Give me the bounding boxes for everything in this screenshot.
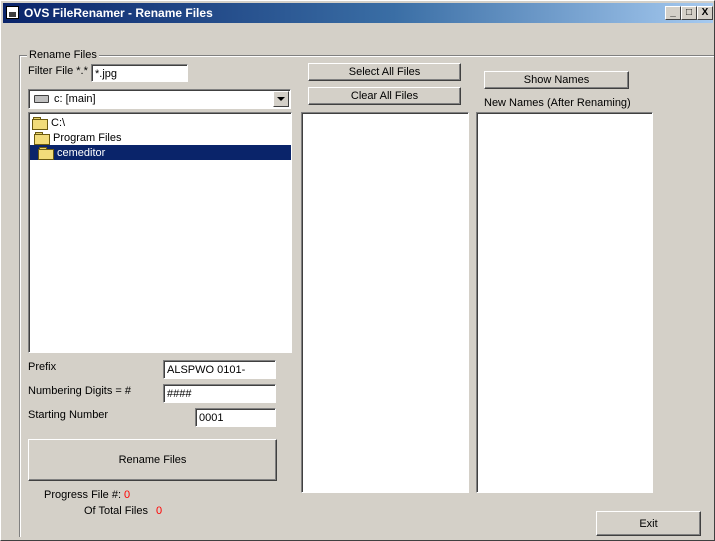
total-files-label: Of Total Files	[84, 505, 148, 517]
filter-input[interactable]	[92, 65, 187, 81]
total-files-value: 0	[156, 505, 163, 517]
tree-item-label: Program Files	[53, 131, 122, 144]
groupbox-legend: Rename Files	[27, 49, 99, 61]
select-all-files-button[interactable]: Select All Files	[308, 63, 461, 81]
tree-item-root[interactable]: C:\	[32, 115, 65, 130]
title-bar[interactable]: OVS FileRenamer - Rename Files _ □ X	[3, 3, 713, 23]
tree-item-label: cemeditor	[57, 146, 106, 159]
clear-all-files-button[interactable]: Clear All Files	[308, 87, 461, 105]
chevron-down-icon[interactable]	[273, 91, 289, 107]
app-window: OVS FileRenamer - Rename Files _ □ X Ren…	[0, 0, 715, 541]
folder-open-icon	[38, 146, 54, 160]
drive-selected: c: [main]	[34, 93, 96, 105]
filter-label: Filter File *.*	[28, 65, 88, 77]
drive-icon	[34, 95, 49, 103]
filter-field[interactable]	[91, 64, 188, 82]
prefix-field[interactable]	[163, 360, 276, 379]
tree-item-cemeditor[interactable]: cemeditor	[30, 145, 291, 160]
drive-value: c: [main]	[54, 93, 96, 105]
start-label: Starting Number	[28, 409, 109, 421]
new-names-label: New Names (After Renaming)	[484, 97, 631, 109]
files-list[interactable]	[301, 112, 469, 493]
digits-field[interactable]	[163, 384, 276, 403]
folder-open-icon	[32, 116, 48, 130]
close-button[interactable]: X	[697, 6, 713, 20]
rename-files-button[interactable]: Rename Files	[28, 439, 277, 481]
drive-combobox[interactable]: c: [main]	[28, 89, 291, 109]
maximize-button[interactable]: □	[681, 6, 697, 20]
folder-tree[interactable]: C:\ Program Files cemeditor	[28, 112, 292, 353]
folder-open-icon	[34, 131, 50, 145]
tree-item-program-files[interactable]: Program Files	[34, 130, 121, 145]
prefix-label: Prefix	[28, 361, 57, 373]
floppy-disk-icon	[6, 6, 19, 19]
window-title: OVS FileRenamer - Rename Files	[24, 6, 213, 20]
minimize-button[interactable]: _	[665, 6, 681, 20]
digits-input[interactable]	[164, 385, 275, 402]
digits-label: Numbering Digits = #	[28, 385, 132, 397]
show-names-button[interactable]: Show Names	[484, 71, 629, 89]
start-input[interactable]	[196, 409, 275, 426]
new-names-list[interactable]	[476, 112, 653, 493]
start-field[interactable]	[195, 408, 276, 427]
progress-file-label: Progress File #:	[44, 489, 122, 501]
prefix-input[interactable]	[164, 361, 275, 378]
tree-item-label: C:\	[51, 116, 66, 129]
progress-file-value: 0	[124, 489, 131, 501]
exit-button[interactable]: Exit	[596, 511, 701, 536]
